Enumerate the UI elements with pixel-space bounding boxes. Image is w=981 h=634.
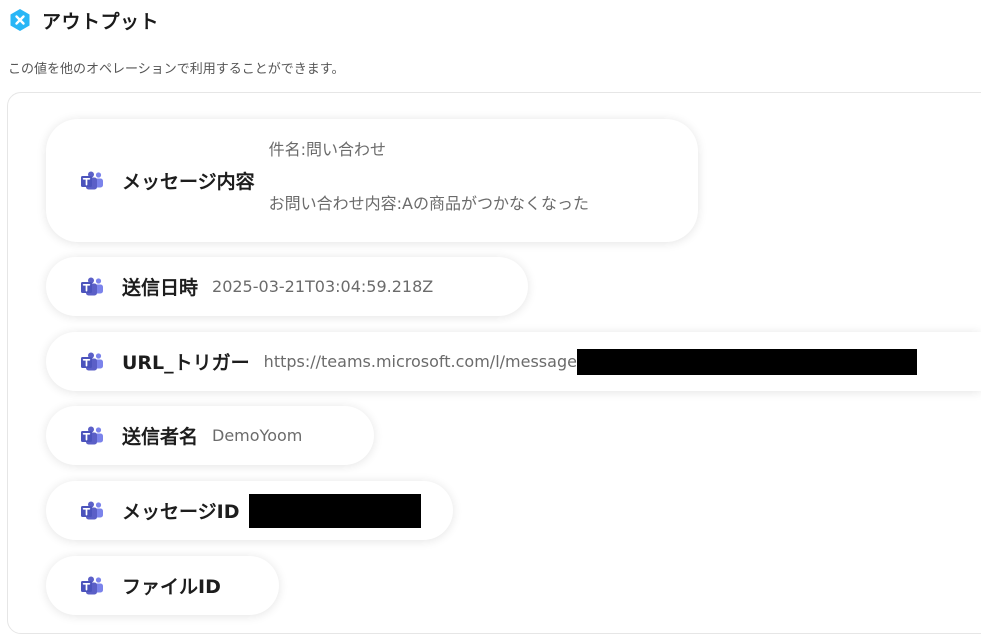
output-value-line: お問い合わせ内容:Aの商品がつかなくなった: [268, 193, 589, 213]
output-value: https://teams.microsoft.com/l/message: [263, 352, 577, 371]
teams-icon: [81, 352, 103, 370]
output-label: ファイルID: [122, 576, 221, 598]
output-item-sent-datetime[interactable]: 送信日時 2025-03-21T03:04:59.218Z: [46, 257, 528, 316]
output-description: この値を他のオペレーションで利用することができます。: [8, 62, 345, 77]
output-header: アウトプット: [8, 6, 159, 34]
output-label: メッセージID: [122, 501, 240, 523]
teams-icon: [81, 576, 103, 594]
output-label: 送信日時: [122, 277, 199, 299]
output-label: メッセージ内容: [122, 171, 255, 193]
output-item-sender-name[interactable]: 送信者名 DemoYoom: [46, 406, 374, 465]
teams-icon: [81, 277, 103, 295]
yoom-x-icon: [10, 9, 30, 31]
output-item-message-content[interactable]: メッセージ内容 件名:問い合わせ お問い合わせ内容:Aの商品がつかなくなった: [46, 119, 698, 242]
output-label: URL_トリガー: [122, 352, 250, 374]
page-title: アウトプット: [42, 10, 160, 33]
redacted-block: [576, 348, 917, 375]
output-value: 2025-03-21T03:04:59.218Z: [212, 277, 434, 296]
redacted-block: [249, 493, 422, 528]
output-item-url-trigger[interactable]: URL_トリガー https://teams.microsoft.com/l/m…: [46, 332, 981, 391]
output-label: 送信者名: [122, 426, 199, 448]
teams-icon: [81, 501, 103, 519]
output-item-file-id[interactable]: ファイルID: [46, 556, 279, 615]
output-item-message-id[interactable]: メッセージID: [46, 481, 453, 540]
output-value-line: 件名:問い合わせ: [268, 139, 387, 159]
teams-icon: [81, 171, 103, 189]
output-value: DemoYoom: [212, 426, 303, 445]
teams-icon: [81, 426, 103, 444]
